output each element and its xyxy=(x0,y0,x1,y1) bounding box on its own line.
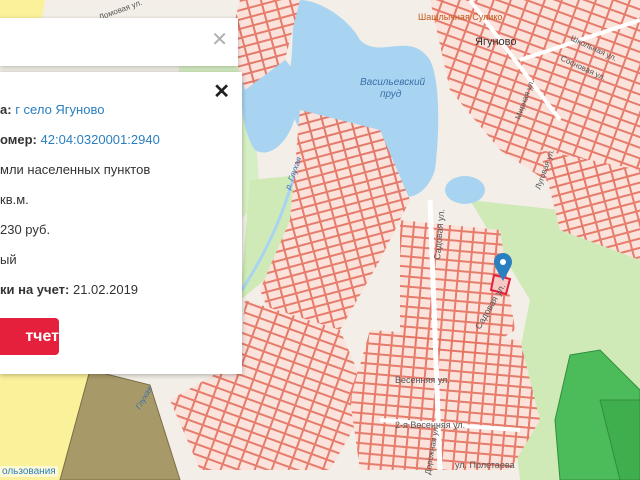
cadastral-value[interactable]: 42:04:0320001:2940 xyxy=(41,132,160,147)
status-row: ый xyxy=(0,252,17,267)
village-label: Ягуново xyxy=(475,36,517,48)
address-label: а: xyxy=(0,102,12,117)
area-value: кв.м. xyxy=(0,192,29,207)
cost-value: 230 руб. xyxy=(0,222,51,237)
attribution-link[interactable]: ользования xyxy=(0,466,58,477)
pond-label-2: пруд xyxy=(380,89,402,100)
reg-date-row: ки на учет: 21.02.2019 xyxy=(0,282,138,297)
report-button[interactable]: тчет xyxy=(0,318,59,355)
pond-label-1: Васильевский xyxy=(360,77,426,88)
address-row: а: г село Ягуново xyxy=(0,102,104,117)
category-value: мли населенных пунктов xyxy=(0,162,151,177)
cadastral-row: омер: 42:04:0320001:2940 xyxy=(0,132,160,147)
address-value[interactable]: г село Ягуново xyxy=(15,102,104,117)
close-icon[interactable]: ✕ xyxy=(211,30,228,50)
category-row: мли населенных пунктов xyxy=(0,162,150,177)
search-card: ✕ xyxy=(0,18,238,66)
close-icon[interactable]: ✕ xyxy=(213,82,230,102)
vesennyaya-label: Весенняя ул. xyxy=(395,375,450,385)
area-row: кв.м. xyxy=(0,192,29,207)
poletaeva-label: ул. Полетаева xyxy=(455,460,515,470)
parcels-south[interactable] xyxy=(350,330,540,470)
reg-date-value: 21.02.2019 xyxy=(72,282,139,297)
vesennyaya-2-label: 2-я Весенняя ул. xyxy=(395,420,465,430)
pond-small[interactable] xyxy=(445,176,485,204)
cafe-label: Шашлычная Сулико xyxy=(418,12,502,22)
reg-date-label: ки на учет: xyxy=(0,282,70,297)
status-value: ый xyxy=(0,252,17,267)
cost-row: 230 руб. xyxy=(0,222,50,237)
cadastral-label: омер: xyxy=(0,132,37,147)
